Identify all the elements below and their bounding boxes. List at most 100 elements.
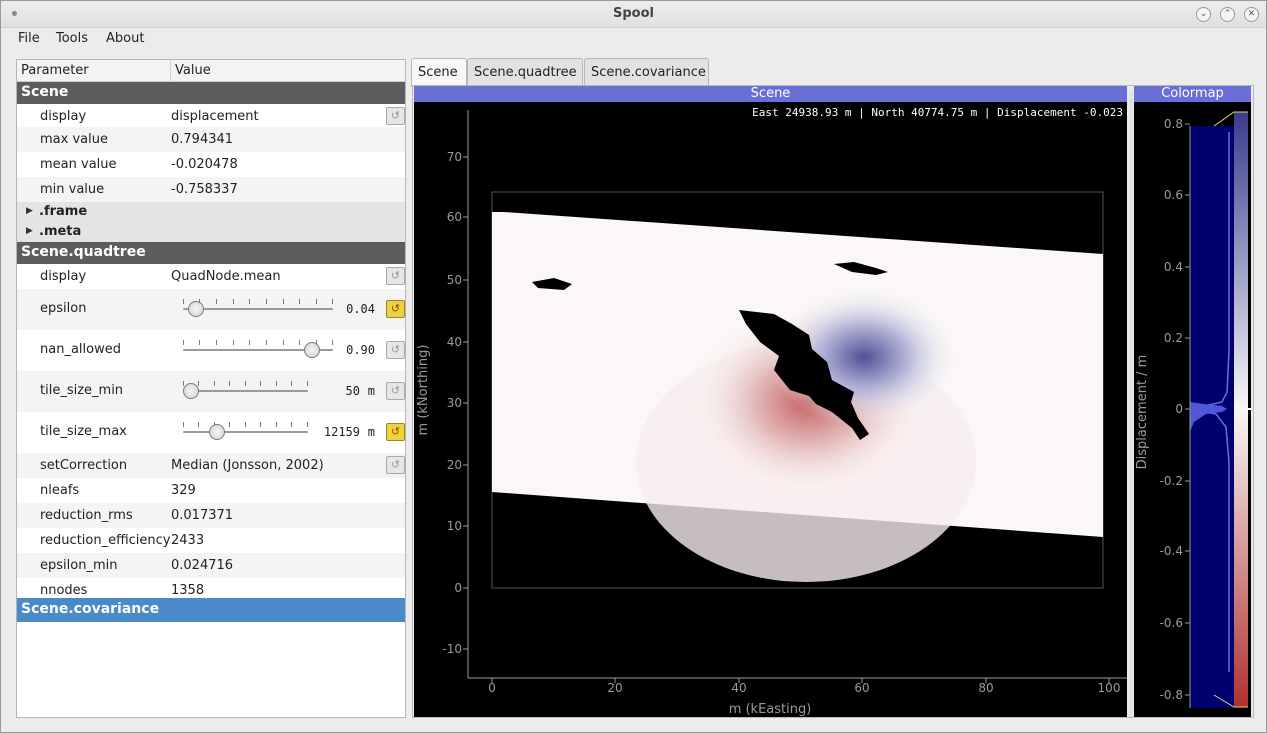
subgroup-meta[interactable]: ▶ .meta: [17, 222, 405, 242]
x-tick-label: 100: [1098, 681, 1121, 695]
param-row-nan-allowed[interactable]: nan_allowed 0.90 ↺: [17, 330, 405, 371]
colormap-svg[interactable]: 0.8 0.6 0.4 0.2 0 -0.2 -0.4 -0.6 -0.8 Di…: [1134, 102, 1251, 717]
param-value: -0.758337: [171, 182, 238, 197]
param-row-tile-size-max[interactable]: tile_size_max 12159 m ↺: [17, 412, 405, 453]
menu-file[interactable]: File: [18, 31, 40, 46]
cmap-tick-label: -0.2: [1160, 474, 1183, 488]
param-name: tile_size_max: [40, 424, 127, 439]
cmap-tick-label: 0.4: [1164, 260, 1183, 274]
param-row-mean-value: mean value -0.020478: [17, 152, 405, 177]
expand-arrow-icon[interactable]: ▶: [26, 206, 33, 216]
x-tick-label: 0: [488, 681, 496, 695]
param-name: nleafs: [40, 483, 80, 498]
minimize-button[interactable]: ⌄: [1196, 7, 1211, 22]
column-parameter[interactable]: Parameter: [21, 63, 89, 78]
y-ticks: 70 60 50 40 30 20 10 0 -10: [442, 150, 468, 656]
x-tick-label: 60: [854, 681, 869, 695]
scene-plot[interactable]: East 24938.93 m | North 40774.75 m | Dis…: [414, 102, 1127, 717]
param-row-epsilon[interactable]: epsilon 0.04 ↺: [17, 289, 405, 330]
group-scene[interactable]: Scene: [17, 82, 405, 104]
param-row-nleafs: nleafs 329: [17, 478, 405, 503]
param-value[interactable]: QuadNode.mean: [171, 269, 281, 284]
scene-svg[interactable]: 0 20 40 60 80 100 70 60 50 40 30 20 10 0…: [414, 102, 1127, 717]
param-name: reduction_efficiency: [40, 533, 171, 548]
reset-icon[interactable]: ↺: [386, 300, 405, 318]
tab-scene-quadtree[interactable]: Scene.quadtree: [467, 58, 583, 86]
param-name: display: [40, 109, 87, 124]
slider-unit: m: [367, 384, 375, 398]
column-value[interactable]: Value: [175, 63, 211, 78]
slider-handle[interactable]: [304, 342, 320, 358]
scene-dock-title[interactable]: Scene: [414, 86, 1127, 102]
epsilon-slider[interactable]: 0.04: [183, 297, 378, 321]
param-row-set-correction[interactable]: setCorrection Median (Jonsson, 2002) ↺: [17, 453, 405, 478]
y-tick-label: 60: [447, 210, 462, 224]
x-tick-label: 40: [731, 681, 746, 695]
x-tick-label: 20: [607, 681, 622, 695]
colormap-axis-label: Displacement / m: [1135, 355, 1150, 470]
parameter-tree[interactable]: Parameter Value Scene display displaceme…: [16, 59, 406, 718]
cmap-tick-label: -0.4: [1160, 544, 1183, 558]
close-button[interactable]: ✕: [1244, 7, 1259, 22]
menu-tools[interactable]: Tools: [56, 31, 88, 46]
param-name: display: [40, 269, 87, 284]
tree-header: Parameter Value: [17, 60, 405, 82]
tab-scene-covariance[interactable]: Scene.covariance: [584, 58, 709, 86]
reset-icon[interactable]: ↺: [386, 382, 405, 400]
param-row-tile-size-min[interactable]: tile_size_min 50 m ↺: [17, 371, 405, 412]
tile-size-min-slider[interactable]: 50 m: [183, 379, 378, 403]
expand-arrow-icon[interactable]: ▶: [26, 226, 33, 236]
maximize-button[interactable]: ⌃: [1220, 7, 1235, 22]
slider-handle[interactable]: [209, 424, 225, 440]
y-tick-label: -10: [442, 642, 462, 656]
window-title: Spool: [613, 6, 654, 21]
param-name: reduction_rms: [40, 508, 133, 523]
param-value: 0.024716: [171, 558, 234, 573]
y-tick-label: 0: [454, 581, 462, 595]
menu-bar: File Tools About: [1, 28, 1266, 50]
cmap-tick-label: 0: [1175, 402, 1183, 416]
y-tick-label: 30: [447, 396, 462, 410]
param-row-display[interactable]: display displacement ↺: [17, 104, 405, 129]
tab-scene[interactable]: Scene: [411, 58, 467, 87]
slider-unit: m: [367, 425, 375, 439]
reset-icon[interactable]: ↺: [386, 107, 405, 125]
menu-about[interactable]: About: [106, 31, 144, 46]
param-value[interactable]: displacement: [171, 109, 259, 124]
param-value: 329: [171, 483, 196, 498]
param-row-epsilon-min: epsilon_min 0.024716: [17, 553, 405, 578]
slider-handle[interactable]: [188, 301, 204, 317]
param-row-max-value: max value 0.794341: [17, 127, 405, 152]
slider-handle[interactable]: [183, 383, 199, 399]
y-tick-label: 70: [447, 150, 462, 164]
nan-allowed-slider[interactable]: 0.90: [183, 338, 378, 362]
reset-icon[interactable]: ↺: [386, 267, 405, 285]
reset-icon[interactable]: ↺: [386, 341, 405, 359]
slider-value: 0.04: [346, 302, 375, 316]
param-name: epsilon_min: [40, 558, 118, 573]
reset-icon[interactable]: ↺: [386, 456, 405, 474]
param-value[interactable]: Median (Jonsson, 2002): [171, 458, 324, 473]
colormap-dock-title[interactable]: Colormap: [1134, 86, 1251, 102]
y-axis-label: m (kNorthing): [416, 345, 431, 436]
cmap-tick-label: 0.8: [1164, 117, 1183, 131]
colormap-ticks: 0.8 0.6 0.4 0.2 0 -0.2 -0.4 -0.6 -0.8: [1160, 117, 1190, 702]
cmap-tick-label: -0.6: [1160, 616, 1183, 630]
dock-splitter[interactable]: [1129, 91, 1133, 717]
app-window: Spool ⌄ ⌃ ✕ File Tools About Parameter V…: [0, 0, 1267, 733]
group-scene-quadtree[interactable]: Scene.quadtree: [17, 242, 405, 264]
param-row-display[interactable]: display QuadNode.mean ↺: [17, 264, 405, 289]
colorbar: [1234, 112, 1248, 707]
slider-value: 50: [345, 384, 360, 398]
param-row-min-value: min value -0.758337: [17, 177, 405, 202]
group-scene-covariance[interactable]: Scene.covariance: [17, 598, 405, 622]
x-tick-label: 80: [978, 681, 993, 695]
subgroup-frame[interactable]: ▶ .frame: [17, 202, 405, 222]
param-name: nan_allowed: [40, 342, 121, 357]
param-name: setCorrection: [40, 458, 128, 473]
param-name: mean value: [40, 157, 117, 172]
slider-value: 12159: [323, 425, 360, 439]
colormap-plot[interactable]: 0.8 0.6 0.4 0.2 0 -0.2 -0.4 -0.6 -0.8 Di…: [1134, 102, 1251, 717]
reset-icon[interactable]: ↺: [386, 423, 405, 441]
tile-size-max-slider[interactable]: 12159 m: [183, 420, 378, 444]
